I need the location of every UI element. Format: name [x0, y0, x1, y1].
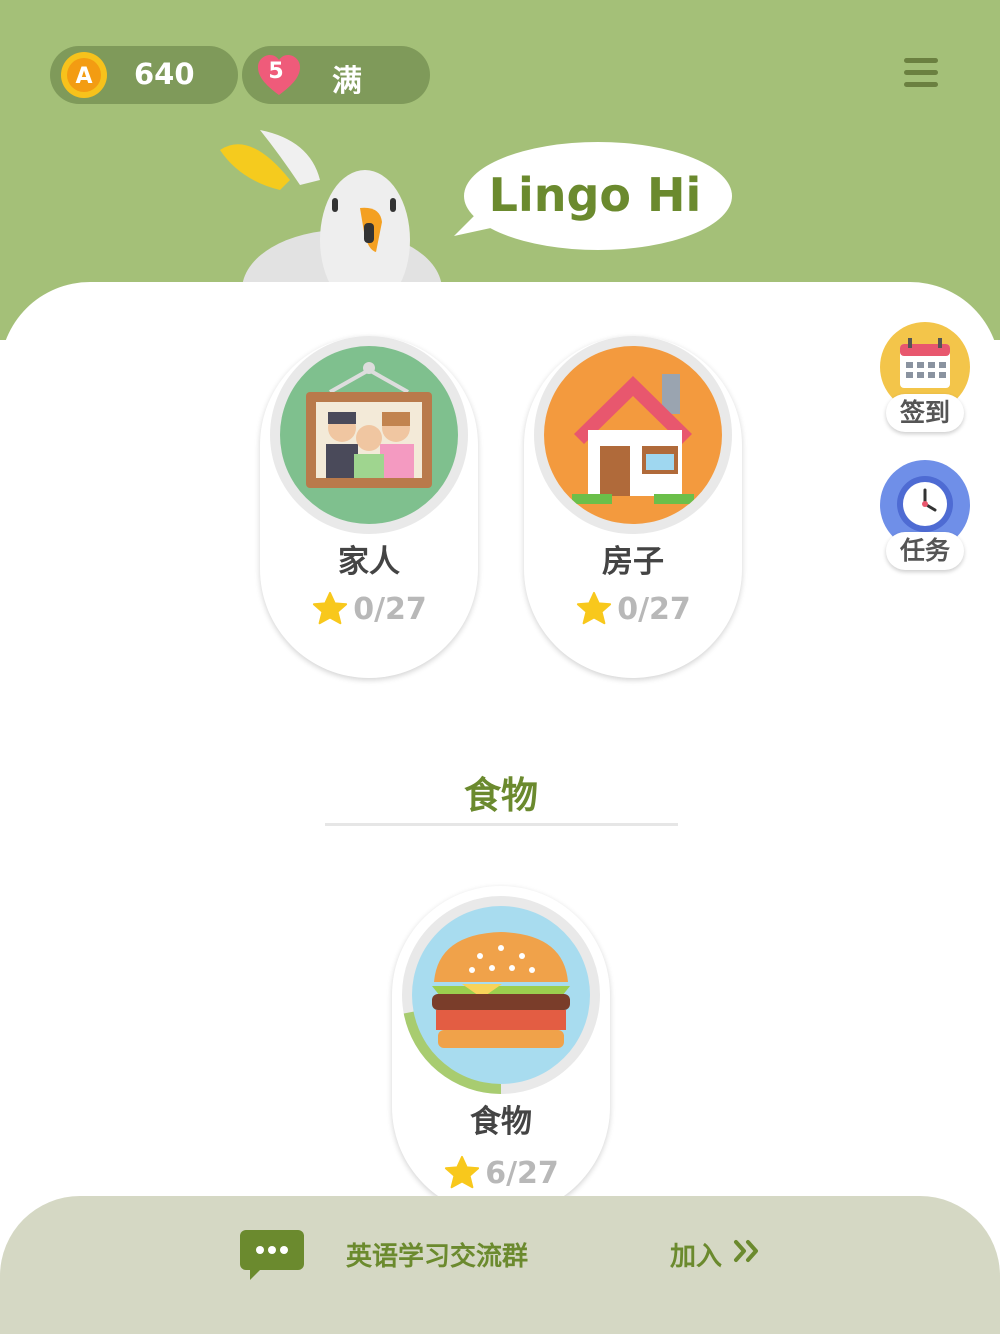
coin-count: 640: [134, 57, 195, 91]
star-icon: [313, 591, 348, 625]
coin-counter[interactable]: A 640: [50, 46, 238, 104]
heart-count: 5: [268, 59, 284, 84]
star-icon: [445, 1155, 480, 1189]
lesson-card-food[interactable]: 食物 6/27: [392, 886, 610, 1216]
svg-text:A: A: [75, 64, 92, 89]
lesson-score: 0/27: [524, 590, 742, 628]
lesson-card-family[interactable]: 家人 0/27: [260, 336, 478, 678]
lesson-card-house[interactable]: 房子 0/27: [524, 336, 742, 678]
group-text: 英语学习交流群: [346, 1242, 529, 1272]
family-icon: [280, 346, 458, 524]
community-banner[interactable]: 英语学习交流群 加入: [0, 1196, 1000, 1334]
burger-icon: [412, 906, 590, 1084]
lesson-title: 食物: [470, 1104, 532, 1140]
tasks-button[interactable]: 任务: [880, 460, 970, 572]
coin-icon: A: [61, 52, 107, 98]
lesson-score: 6/27: [392, 1154, 610, 1192]
heart-icon: 5: [254, 50, 304, 100]
section-divider: [325, 823, 678, 826]
heart-counter[interactable]: 5 满: [242, 46, 430, 104]
tasks-label: 任务: [886, 532, 964, 570]
checkin-label: 签到: [886, 394, 964, 432]
parrot-mascot: [220, 130, 442, 300]
double-chevron-right-icon[interactable]: [732, 1236, 762, 1266]
house-icon: [544, 346, 722, 524]
checkin-button[interactable]: 签到: [880, 322, 970, 434]
join-button[interactable]: 加入: [670, 1236, 722, 1273]
lesson-score: 0/27: [260, 590, 478, 628]
chat-icon: [240, 1230, 304, 1280]
star-icon: [577, 591, 612, 625]
heart-status: 满: [332, 64, 362, 99]
lesson-title: 房子: [602, 544, 664, 580]
lesson-title: 家人: [338, 544, 400, 580]
menu-icon[interactable]: [904, 56, 940, 92]
logo-text: Lingo Hi: [488, 168, 702, 222]
section-title: 食物: [464, 774, 538, 817]
